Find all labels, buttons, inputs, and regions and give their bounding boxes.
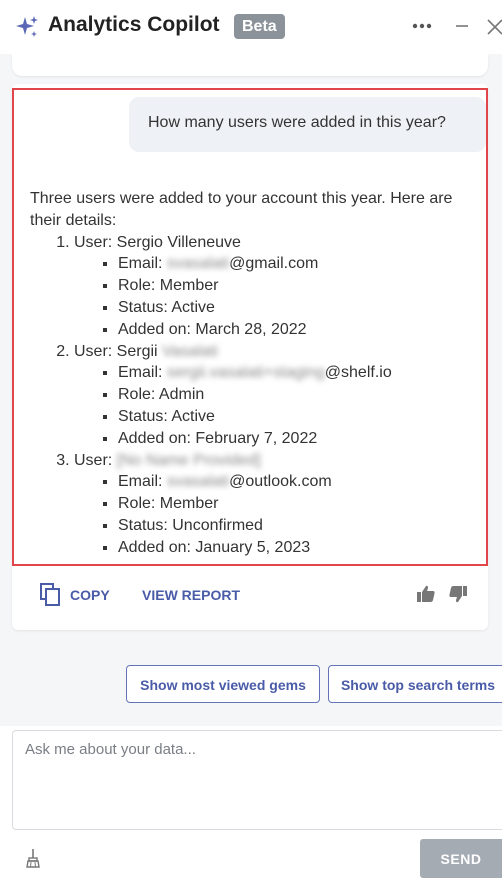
clear-chat-icon[interactable] bbox=[24, 848, 42, 868]
thumbs-down-icon[interactable] bbox=[448, 584, 468, 604]
copilot-header: Analytics Copilot Beta bbox=[0, 0, 502, 54]
selection-highlight bbox=[12, 88, 488, 566]
send-button[interactable]: SEND bbox=[420, 839, 502, 878]
copy-label: COPY bbox=[70, 587, 110, 603]
suggestion-top-search-terms[interactable]: Show top search terms bbox=[328, 665, 502, 703]
message-input-box bbox=[12, 730, 502, 830]
minimize-icon[interactable] bbox=[455, 16, 469, 36]
copy-icon bbox=[40, 583, 60, 606]
thumbs-up-icon[interactable] bbox=[416, 584, 436, 604]
close-icon[interactable] bbox=[486, 16, 502, 36]
view-report-button[interactable]: VIEW REPORT bbox=[142, 587, 240, 603]
copy-button[interactable]: COPY bbox=[40, 583, 110, 607]
message-input[interactable] bbox=[23, 739, 497, 827]
previous-message-card bbox=[12, 54, 488, 76]
beta-badge: Beta bbox=[234, 14, 285, 39]
more-options-icon[interactable] bbox=[412, 16, 432, 36]
sparkle-icon bbox=[16, 16, 38, 37]
suggestion-most-viewed-gems[interactable]: Show most viewed gems bbox=[126, 665, 320, 703]
app-title: Analytics Copilot bbox=[48, 13, 220, 36]
